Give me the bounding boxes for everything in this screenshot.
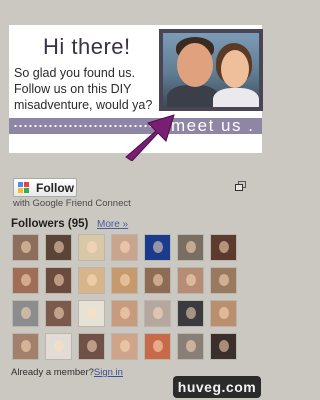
intro-text: So glad you found us. Follow us on this …	[14, 66, 153, 112]
google-friend-connect-icon	[18, 181, 30, 194]
follower-avatar[interactable]	[12, 300, 39, 327]
meet-us-link[interactable]: meet us .	[171, 116, 254, 136]
follower-avatar[interactable]	[111, 300, 138, 327]
already-member-text: Already a member?	[11, 367, 94, 378]
follower-avatar[interactable]	[78, 300, 105, 327]
follower-avatar[interactable]	[12, 234, 39, 261]
follower-avatar[interactable]	[210, 300, 237, 327]
follower-avatar[interactable]	[210, 234, 237, 261]
follower-avatar[interactable]	[45, 267, 72, 294]
follower-avatar[interactable]	[12, 267, 39, 294]
follower-avatar[interactable]	[144, 300, 171, 327]
popout-icon[interactable]	[235, 181, 246, 191]
follow-sidebar-widget: Hi there! So glad you found us. Follow u…	[0, 0, 263, 400]
followers-heading: Followers (95)	[11, 218, 89, 230]
more-followers-link[interactable]: More »	[97, 219, 128, 230]
purple-arrow-icon	[125, 114, 175, 161]
watermark: huveg.com	[173, 376, 261, 398]
sign-in-link[interactable]: Sign in	[94, 367, 123, 378]
follower-avatar[interactable]	[177, 267, 204, 294]
follower-avatar[interactable]	[210, 267, 237, 294]
follower-avatar[interactable]	[177, 333, 204, 360]
follower-avatar[interactable]	[78, 234, 105, 261]
follower-avatar[interactable]	[144, 333, 171, 360]
member-prompt: Already a member?Sign in	[11, 367, 123, 378]
follower-avatar[interactable]	[78, 333, 105, 360]
follower-avatar[interactable]	[177, 300, 204, 327]
follow-label: Follow	[36, 180, 74, 195]
follower-avatar[interactable]	[210, 333, 237, 360]
follower-avatar[interactable]	[45, 234, 72, 261]
follower-avatar[interactable]	[45, 333, 72, 360]
gfc-caption: with Google Friend Connect	[13, 198, 131, 209]
follower-avatar[interactable]	[111, 267, 138, 294]
greeting-heading: Hi there!	[43, 34, 131, 59]
follower-avatar[interactable]	[45, 300, 72, 327]
follower-avatar[interactable]	[144, 267, 171, 294]
authors-photo	[159, 29, 263, 111]
follow-button[interactable]: Follow	[13, 178, 77, 197]
follower-avatar[interactable]	[144, 234, 171, 261]
follower-avatar[interactable]	[78, 267, 105, 294]
follower-avatar[interactable]	[12, 333, 39, 360]
follower-avatar[interactable]	[111, 234, 138, 261]
followers-grid	[12, 234, 237, 360]
follower-avatar[interactable]	[111, 333, 138, 360]
follower-avatar[interactable]	[177, 234, 204, 261]
